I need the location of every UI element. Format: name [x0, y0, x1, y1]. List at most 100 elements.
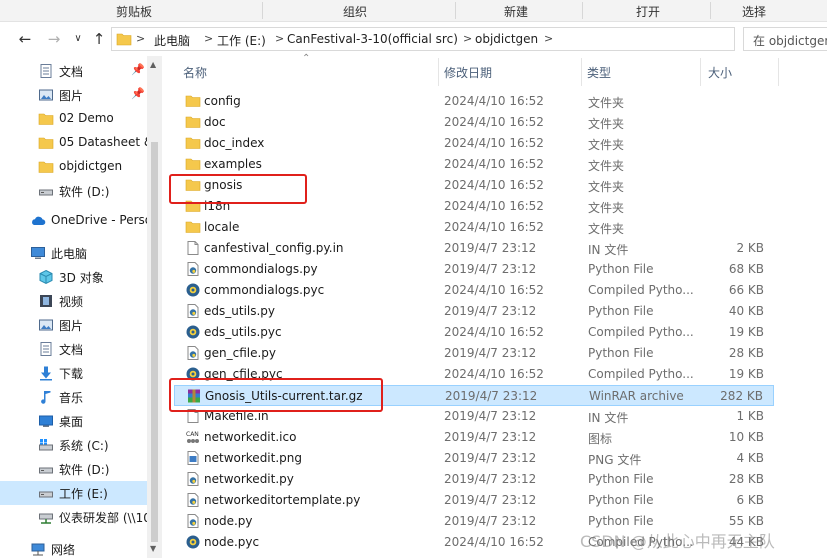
column-divider[interactable]	[581, 58, 582, 86]
nav-item-objdictgen[interactable]: objdictgen	[0, 155, 147, 179]
nav-scrollbar[interactable]: ▲ ▼	[147, 56, 162, 558]
search-input[interactable]: 在 objdictgen	[743, 27, 827, 51]
file-row[interactable]: config 2024/4/10 16:52 文件夹	[174, 91, 774, 112]
column-divider[interactable]	[438, 58, 439, 86]
pin-icon[interactable]: 📌	[131, 87, 145, 100]
ribbon-divider	[262, 2, 263, 19]
ribbon-divider	[582, 2, 583, 19]
forward-arrow-icon[interactable]: →	[44, 29, 64, 49]
file-name[interactable]: canfestival_config.py.in	[204, 241, 344, 255]
up-arrow-icon[interactable]: ↑	[89, 29, 109, 49]
file-row[interactable]: locale 2024/4/10 16:52 文件夹	[174, 217, 774, 238]
nav-item-quick-drive-d[interactable]: 软件 (D:)	[0, 179, 147, 203]
blank-file-icon	[187, 409, 199, 423]
file-name[interactable]: examples	[204, 157, 262, 171]
back-arrow-icon[interactable]: ←	[15, 29, 35, 49]
nav-item-desktop[interactable]: 桌面	[0, 409, 147, 433]
nav-item-quick-documents[interactable]: 文档 📌	[0, 59, 147, 83]
file-name[interactable]: Makefile.in	[204, 409, 269, 423]
file-row[interactable]: gen_cfile.pyc 2024/4/10 16:52 Compiled Pyt…	[174, 364, 774, 385]
file-name[interactable]: gen_cfile.pyc	[204, 367, 283, 381]
nav-item-drive-e[interactable]: 工作 (E:)	[0, 481, 147, 505]
file-row[interactable]: gen_cfile.py 2019/4/7 23:12 Python File 28 …	[174, 343, 774, 364]
file-date: 2019/4/7 23:12	[444, 451, 537, 465]
file-name[interactable]: Gnosis_Utils-current.tar.gz	[205, 389, 363, 403]
file-row[interactable]: networkedit.png 2019/4/7 23:12 PNG 文件 4 KB	[174, 448, 774, 469]
file-name[interactable]: commondialogs.py	[204, 262, 318, 276]
file-name[interactable]: networkeditortemplate.py	[204, 493, 360, 507]
nav-item-label: 3D 对象	[59, 271, 104, 285]
file-row[interactable]: networkedit.py 2019/4/7 23:12 Python File 2…	[174, 469, 774, 490]
file-name[interactable]: eds_utils.py	[204, 304, 275, 318]
file-name[interactable]: eds_utils.pyc	[204, 325, 282, 339]
file-name[interactable]: commondialogs.pyc	[204, 283, 324, 297]
breadcrumb-canfestival[interactable]: CanFestival-3-10(official src)	[287, 32, 458, 46]
column-header-size[interactable]: 大小	[708, 64, 732, 81]
file-row[interactable]: doc_index 2024/4/10 16:52 文件夹	[174, 133, 774, 154]
address-field[interactable]: > 此电脑 > 工作 (E:) > CanFestival-3-10(offic…	[111, 27, 827, 51]
file-name[interactable]: doc	[204, 115, 226, 129]
file-name[interactable]: locale	[204, 220, 239, 234]
column-header-name[interactable]: 名称	[183, 64, 207, 81]
nav-item-label: 下载	[59, 367, 84, 381]
file-name[interactable]: networkedit.ico	[204, 430, 296, 444]
file-name[interactable]: gnosis	[204, 178, 242, 192]
folder-icon	[116, 33, 132, 46]
nav-item-3d-objects[interactable]: 3D 对象	[0, 265, 147, 289]
nav-item-music[interactable]: 音乐	[0, 385, 147, 409]
file-row[interactable]: CAN networkedit.ico 2019/4/7 23:12 图标 10 KB	[174, 427, 774, 448]
file-date: 2024/4/10 16:52	[444, 367, 544, 381]
nav-item-network[interactable]: 网络	[0, 537, 147, 558]
nav-item-quick-pictures[interactable]: 图片 📌	[0, 83, 147, 107]
recent-locations-chevron-icon[interactable]: ∨	[68, 29, 88, 49]
file-row[interactable]: canfestival_config.py.in 2019/4/7 23:12 IN…	[174, 238, 774, 259]
folder-icon	[185, 221, 201, 233]
file-name[interactable]: gen_cfile.py	[204, 346, 276, 360]
nav-item-05-datasheet[interactable]: 05 Datasheet &	[0, 131, 147, 155]
column-divider[interactable]	[700, 58, 701, 86]
pictures-icon	[39, 319, 53, 331]
nav-item-02-demo[interactable]: 02 Demo	[0, 107, 147, 131]
file-name[interactable]: node.py	[204, 514, 252, 528]
breadcrumb-this-pc[interactable]: 此电脑	[154, 32, 190, 49]
ribbon-group-clipboard: 剪贴板	[116, 5, 153, 19]
nav-item-videos[interactable]: 视频	[0, 289, 147, 313]
scroll-down-arrow-icon[interactable]: ▼	[150, 544, 156, 553]
file-row[interactable]: examples 2024/4/10 16:52 文件夹	[174, 154, 774, 175]
file-row[interactable]: i18n 2024/4/10 16:52 文件夹	[174, 196, 774, 217]
nav-item-drive-d[interactable]: 软件 (D:)	[0, 457, 147, 481]
file-name[interactable]: networkedit.png	[204, 451, 302, 465]
file-name[interactable]: config	[204, 94, 241, 108]
file-row[interactable]: Makefile.in 2019/4/7 23:12 IN 文件 1 KB	[174, 406, 774, 427]
column-header-date[interactable]: 修改日期	[444, 64, 492, 81]
nav-item-documents[interactable]: 文档	[0, 337, 147, 361]
pin-icon[interactable]: 📌	[131, 63, 145, 76]
nav-scrollbar-thumb[interactable]	[151, 142, 158, 542]
file-name[interactable]: i18n	[204, 199, 230, 213]
file-name[interactable]: networkedit.py	[204, 472, 294, 486]
file-row[interactable]: gnosis 2024/4/10 16:52 文件夹	[174, 175, 774, 196]
file-row[interactable]: commondialogs.pyc 2024/4/10 16:52 Compiled…	[174, 280, 774, 301]
column-header-type[interactable]: 类型	[587, 64, 611, 81]
nav-item-this-pc[interactable]: 此电脑	[0, 241, 147, 265]
nav-item-onedrive[interactable]: OneDrive - Perso	[0, 209, 147, 233]
nav-item-pictures[interactable]: 图片	[0, 313, 147, 337]
nav-item-network-drive[interactable]: 仪表研发部 (\\10	[0, 505, 147, 529]
file-row[interactable]: eds_utils.pyc 2024/4/10 16:52 Compiled Pyt…	[174, 322, 774, 343]
winrar-archive-icon	[188, 389, 200, 403]
file-name[interactable]: node.pyc	[204, 535, 259, 549]
file-name[interactable]: doc_index	[204, 136, 264, 150]
file-date: 2019/4/7 23:12	[444, 409, 537, 423]
file-row[interactable]: commondialogs.py 2019/4/7 23:12 Python Fil…	[174, 259, 774, 280]
file-row[interactable]: eds_utils.py 2019/4/7 23:12 Python File 40 …	[174, 301, 774, 322]
file-row[interactable]: networkeditortemplate.py 2019/4/7 23:12 Py…	[174, 490, 774, 511]
breadcrumb-objdictgen[interactable]: objdictgen	[475, 32, 538, 46]
column-divider[interactable]	[778, 58, 779, 86]
file-row[interactable]: doc 2024/4/10 16:52 文件夹	[174, 112, 774, 133]
nav-item-drive-c[interactable]: 系统 (C:)	[0, 433, 147, 457]
file-row[interactable]: Gnosis_Utils-current.tar.gz 2019/4/7 23:1…	[174, 385, 774, 406]
nav-item-downloads[interactable]: 下载	[0, 361, 147, 385]
file-date: 2024/4/10 16:52	[444, 325, 544, 339]
scroll-up-arrow-icon[interactable]: ▲	[150, 60, 156, 69]
breadcrumb-drive-e[interactable]: 工作 (E:)	[217, 32, 266, 49]
